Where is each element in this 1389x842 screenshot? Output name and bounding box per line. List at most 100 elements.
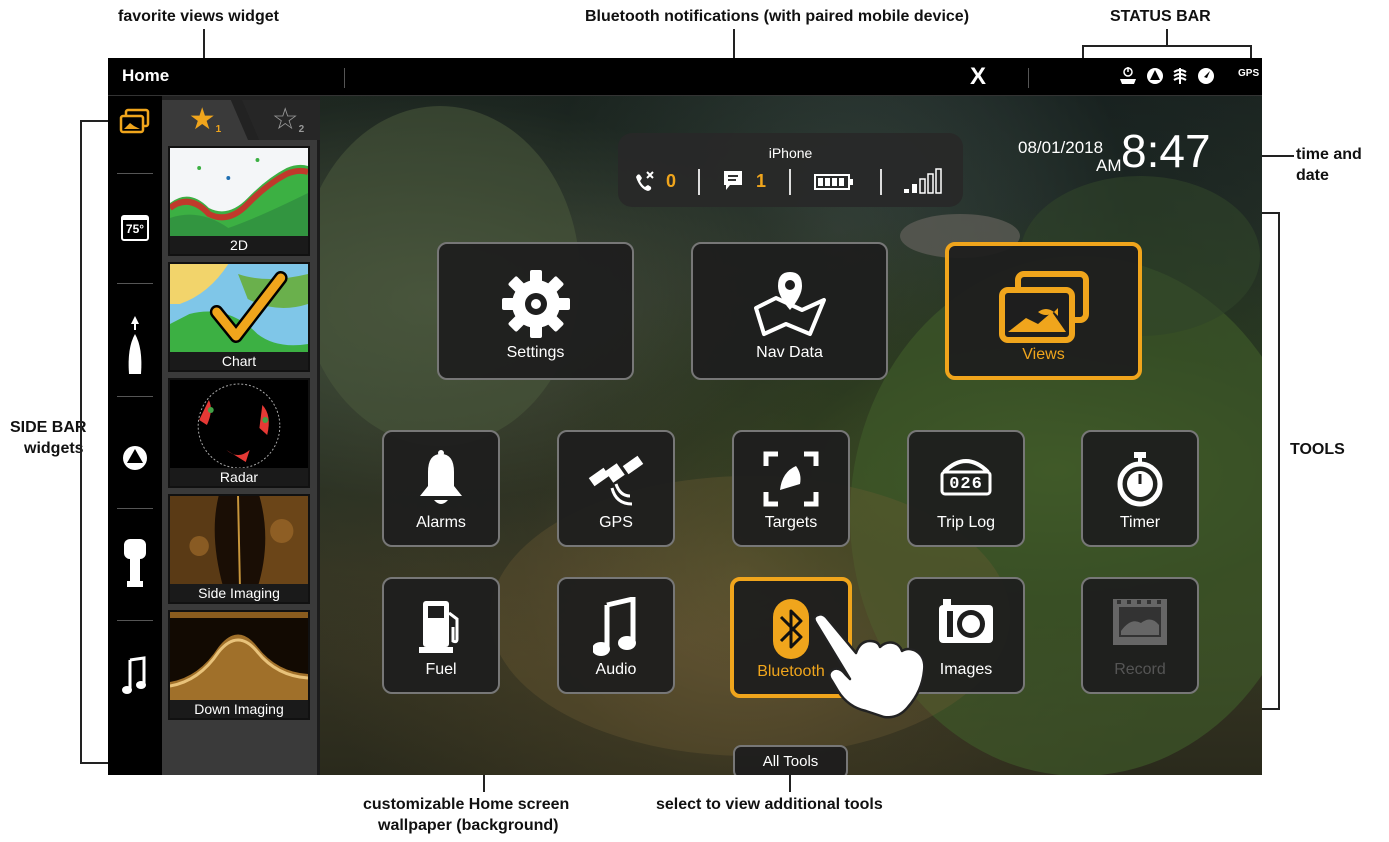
- current-time: 8:47: [1121, 125, 1211, 177]
- favorite-view-label: Down Imaging: [170, 700, 308, 718]
- map-pin-icon: [753, 272, 826, 336]
- sidebar-audio-widget[interactable]: [115, 656, 155, 696]
- sidebar-separator: [117, 620, 153, 621]
- favorite-view-radar[interactable]: Radar: [168, 378, 310, 488]
- side-bar: 75°: [108, 96, 162, 775]
- favorite-views-widget: ★ 1 ☆ 2 2D Chart Radar Side Imaging Down…: [162, 96, 320, 775]
- tool-targets[interactable]: Targets: [732, 430, 850, 547]
- favorite-view-side-imaging[interactable]: Side Imaging: [168, 494, 310, 604]
- tool-timer[interactable]: Timer: [1081, 430, 1199, 547]
- signal-strength-icon: [904, 168, 942, 194]
- hand-pointer-icon: [813, 613, 926, 719]
- status-bar-callout-bracket-h: [1082, 45, 1252, 47]
- music-note-icon: [122, 656, 146, 694]
- favorite-view-down-imaging[interactable]: Down Imaging: [168, 610, 310, 720]
- tool-label: Record: [1114, 661, 1166, 678]
- sidebar-motor-widget[interactable]: [115, 539, 155, 587]
- music-note-icon: [593, 597, 636, 656]
- side-imaging-thumbnail: [170, 496, 308, 588]
- tool-fuel[interactable]: Fuel: [382, 577, 500, 694]
- favorite-view-2d[interactable]: 2D: [168, 146, 310, 256]
- tool-label: Alarms: [416, 514, 466, 531]
- tools-callout: TOOLS: [1290, 441, 1345, 458]
- favorites-tab-2-number: 2: [298, 123, 305, 135]
- radar-status-icon[interactable]: [1145, 66, 1165, 86]
- tool-trip-log[interactable]: 026 Trip Log: [907, 430, 1025, 547]
- tool-label: Trip Log: [936, 514, 996, 531]
- stopwatch-icon: [1117, 452, 1163, 507]
- missed-calls-count: 0: [666, 171, 677, 191]
- favorites-tab-2[interactable]: ☆ 2: [242, 100, 320, 140]
- sidebar-views-widget[interactable]: [115, 102, 155, 142]
- tool-audio[interactable]: Audio: [557, 577, 675, 694]
- status-bar-callout-bracket-v: [1166, 29, 1168, 45]
- tool-label: Audio: [595, 661, 637, 678]
- messages-count: 1: [756, 171, 767, 191]
- all-tools-button[interactable]: All Tools: [733, 745, 848, 775]
- tool-record[interactable]: Record: [1081, 577, 1199, 694]
- star-outline-icon: ☆: [271, 103, 299, 136]
- status-bar: Home X GPS: [108, 58, 1262, 96]
- side-bar-bracket-v: [80, 120, 82, 764]
- tool-label: Nav Data: [756, 344, 823, 361]
- wallpaper-callout-1: customizable Home screen: [363, 796, 570, 813]
- tool-alarms[interactable]: Alarms: [382, 430, 500, 547]
- tool-nav-data[interactable]: Nav Data: [691, 242, 888, 380]
- favorites-tab-1-number: 1: [215, 123, 222, 135]
- sidebar-heading-widget[interactable]: [115, 316, 155, 374]
- sonar-2d-thumbnail: [170, 148, 308, 240]
- all-tools-callout: select to view additional tools: [656, 796, 883, 813]
- phone-divider: [880, 169, 882, 195]
- tool-views[interactable]: Views: [945, 242, 1142, 380]
- target-boat-icon: [763, 451, 819, 507]
- boat-power-icon[interactable]: [1118, 66, 1138, 86]
- bell-icon: [420, 450, 462, 504]
- radar-thumbnail: [170, 380, 308, 472]
- fuel-pump-icon: [419, 601, 459, 653]
- views-icon: [998, 271, 1089, 343]
- sidebar-separator: [117, 508, 153, 509]
- favorite-view-label: Radar: [170, 468, 308, 486]
- favorite-view-chart[interactable]: Chart: [168, 262, 310, 372]
- tool-label: Fuel: [425, 661, 457, 678]
- favorite-view-label: Side Imaging: [170, 584, 308, 602]
- navigation-status-icon[interactable]: [1196, 66, 1216, 86]
- trip-log-digits: 026: [949, 475, 983, 494]
- sonar-status-icon[interactable]: [1170, 66, 1190, 86]
- sidebar-temperature-widget[interactable]: 75°: [115, 208, 155, 248]
- time-date-callout-2: date: [1296, 167, 1329, 184]
- favorites-tab-1[interactable]: ★ 1: [162, 100, 248, 140]
- sidebar-radar-widget[interactable]: [115, 438, 155, 478]
- tool-label: Targets: [764, 514, 818, 531]
- humminbird-x-logo[interactable]: X: [970, 63, 986, 91]
- tool-gps[interactable]: GPS: [557, 430, 675, 547]
- favorite-views-callout: favorite views widget: [118, 8, 279, 25]
- temperature-icon: 75°: [121, 215, 149, 241]
- time-date-callout-1: time and: [1296, 146, 1362, 163]
- wallpaper-callout-2: wallpaper (background): [378, 817, 559, 834]
- paired-device-name: iPhone: [768, 145, 813, 161]
- tool-settings[interactable]: Settings: [437, 242, 634, 380]
- status-bar-title[interactable]: Home: [122, 66, 169, 86]
- star-filled-icon: ★: [188, 103, 216, 136]
- missed-call-icon: [636, 171, 654, 191]
- tool-label: Views: [1022, 346, 1065, 363]
- status-bar-callout: STATUS BAR: [1110, 8, 1211, 25]
- bluetooth-notifications-widget[interactable]: iPhone 0 1: [618, 133, 963, 207]
- gps-status-label[interactable]: GPS: [1238, 68, 1259, 79]
- bluetooth-icon: [773, 599, 809, 659]
- bluetooth-notifications-callout: Bluetooth notifications (with paired mob…: [585, 8, 970, 25]
- status-bar-divider: [1028, 68, 1029, 88]
- tool-label: GPS: [599, 514, 633, 531]
- phone-divider: [789, 169, 791, 195]
- tool-label: Timer: [1119, 514, 1161, 531]
- favorite-view-label: Chart: [170, 352, 308, 370]
- message-icon: [724, 171, 742, 190]
- favorite-view-label: 2D: [170, 236, 308, 254]
- radar-icon: [123, 446, 147, 470]
- current-date: 08/01/2018: [1018, 138, 1104, 157]
- current-ampm: AM: [1096, 156, 1122, 175]
- down-imaging-thumbnail: [170, 612, 308, 704]
- sidebar-separator: [117, 396, 153, 397]
- outboard-motor-icon: [124, 539, 146, 587]
